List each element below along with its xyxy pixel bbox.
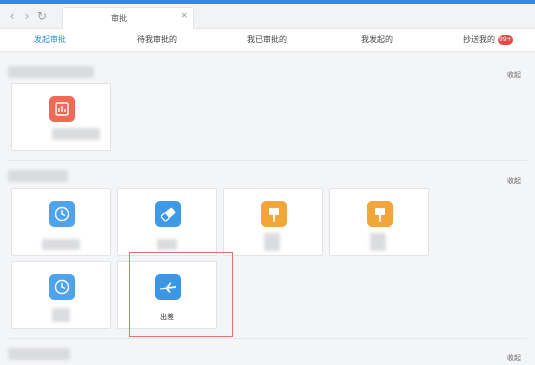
tab-pending-approval[interactable]: 待我审批的: [137, 34, 177, 45]
section-title-redacted: [8, 66, 94, 78]
section-collapse-toggle[interactable]: 收起: [507, 353, 521, 363]
approval-card[interactable]: [11, 83, 111, 151]
clock-icon: [49, 274, 75, 300]
tab-approved-by-me[interactable]: 我已审批的: [247, 34, 287, 45]
approval-card-business-trip[interactable]: 出差: [117, 261, 217, 329]
card-label-redacted: [157, 239, 177, 250]
bar-chart-icon: [49, 96, 75, 122]
clock-icon: [49, 201, 75, 227]
section-divider: [8, 338, 527, 339]
approval-card[interactable]: [223, 188, 323, 256]
tab-initiated-by-me[interactable]: 我发起的: [361, 34, 393, 45]
title-bar: ‹ › ↻ 审批 ×: [0, 4, 535, 29]
stamp-icon: [261, 201, 287, 227]
section-title-redacted: [8, 170, 68, 182]
section-collapse-toggle[interactable]: 收起: [507, 176, 521, 186]
eraser-icon: [155, 201, 181, 227]
browser-tab[interactable]: 审批 ×: [62, 7, 194, 29]
close-icon[interactable]: ×: [180, 11, 188, 21]
card-label-redacted: [52, 128, 100, 140]
approval-content: 收起 收起 出差 收起: [0, 52, 535, 365]
refresh-icon[interactable]: ↻: [36, 9, 48, 23]
card-label-redacted: [52, 308, 70, 322]
approval-card[interactable]: [117, 188, 217, 256]
back-icon[interactable]: ‹: [6, 9, 18, 23]
section-title-redacted: [8, 348, 70, 360]
tab-initiate-approval[interactable]: 发起审批: [34, 34, 66, 45]
approval-card[interactable]: [329, 188, 429, 256]
card-label: 出差: [160, 313, 174, 321]
section-divider: [8, 160, 527, 161]
section-collapse-toggle[interactable]: 收起: [507, 70, 521, 80]
airplane-icon: [155, 274, 181, 300]
approval-card[interactable]: [11, 188, 111, 256]
stamp-icon: [367, 201, 393, 227]
card-label-redacted: [42, 239, 80, 250]
notification-badge: 99+: [498, 34, 513, 45]
approval-card[interactable]: [11, 261, 111, 329]
tab-cc-me[interactable]: 抄送我的 99+: [463, 34, 513, 45]
tab-title: 审批: [111, 14, 127, 23]
forward-icon[interactable]: ›: [21, 9, 33, 23]
approval-tabs: 发起审批 待我审批的 我已审批的 我发起的 抄送我的 99+: [0, 29, 535, 79]
card-label-redacted: [264, 233, 280, 251]
card-label-redacted: [370, 233, 386, 251]
tab-cc-me-label: 抄送我的: [463, 35, 495, 44]
